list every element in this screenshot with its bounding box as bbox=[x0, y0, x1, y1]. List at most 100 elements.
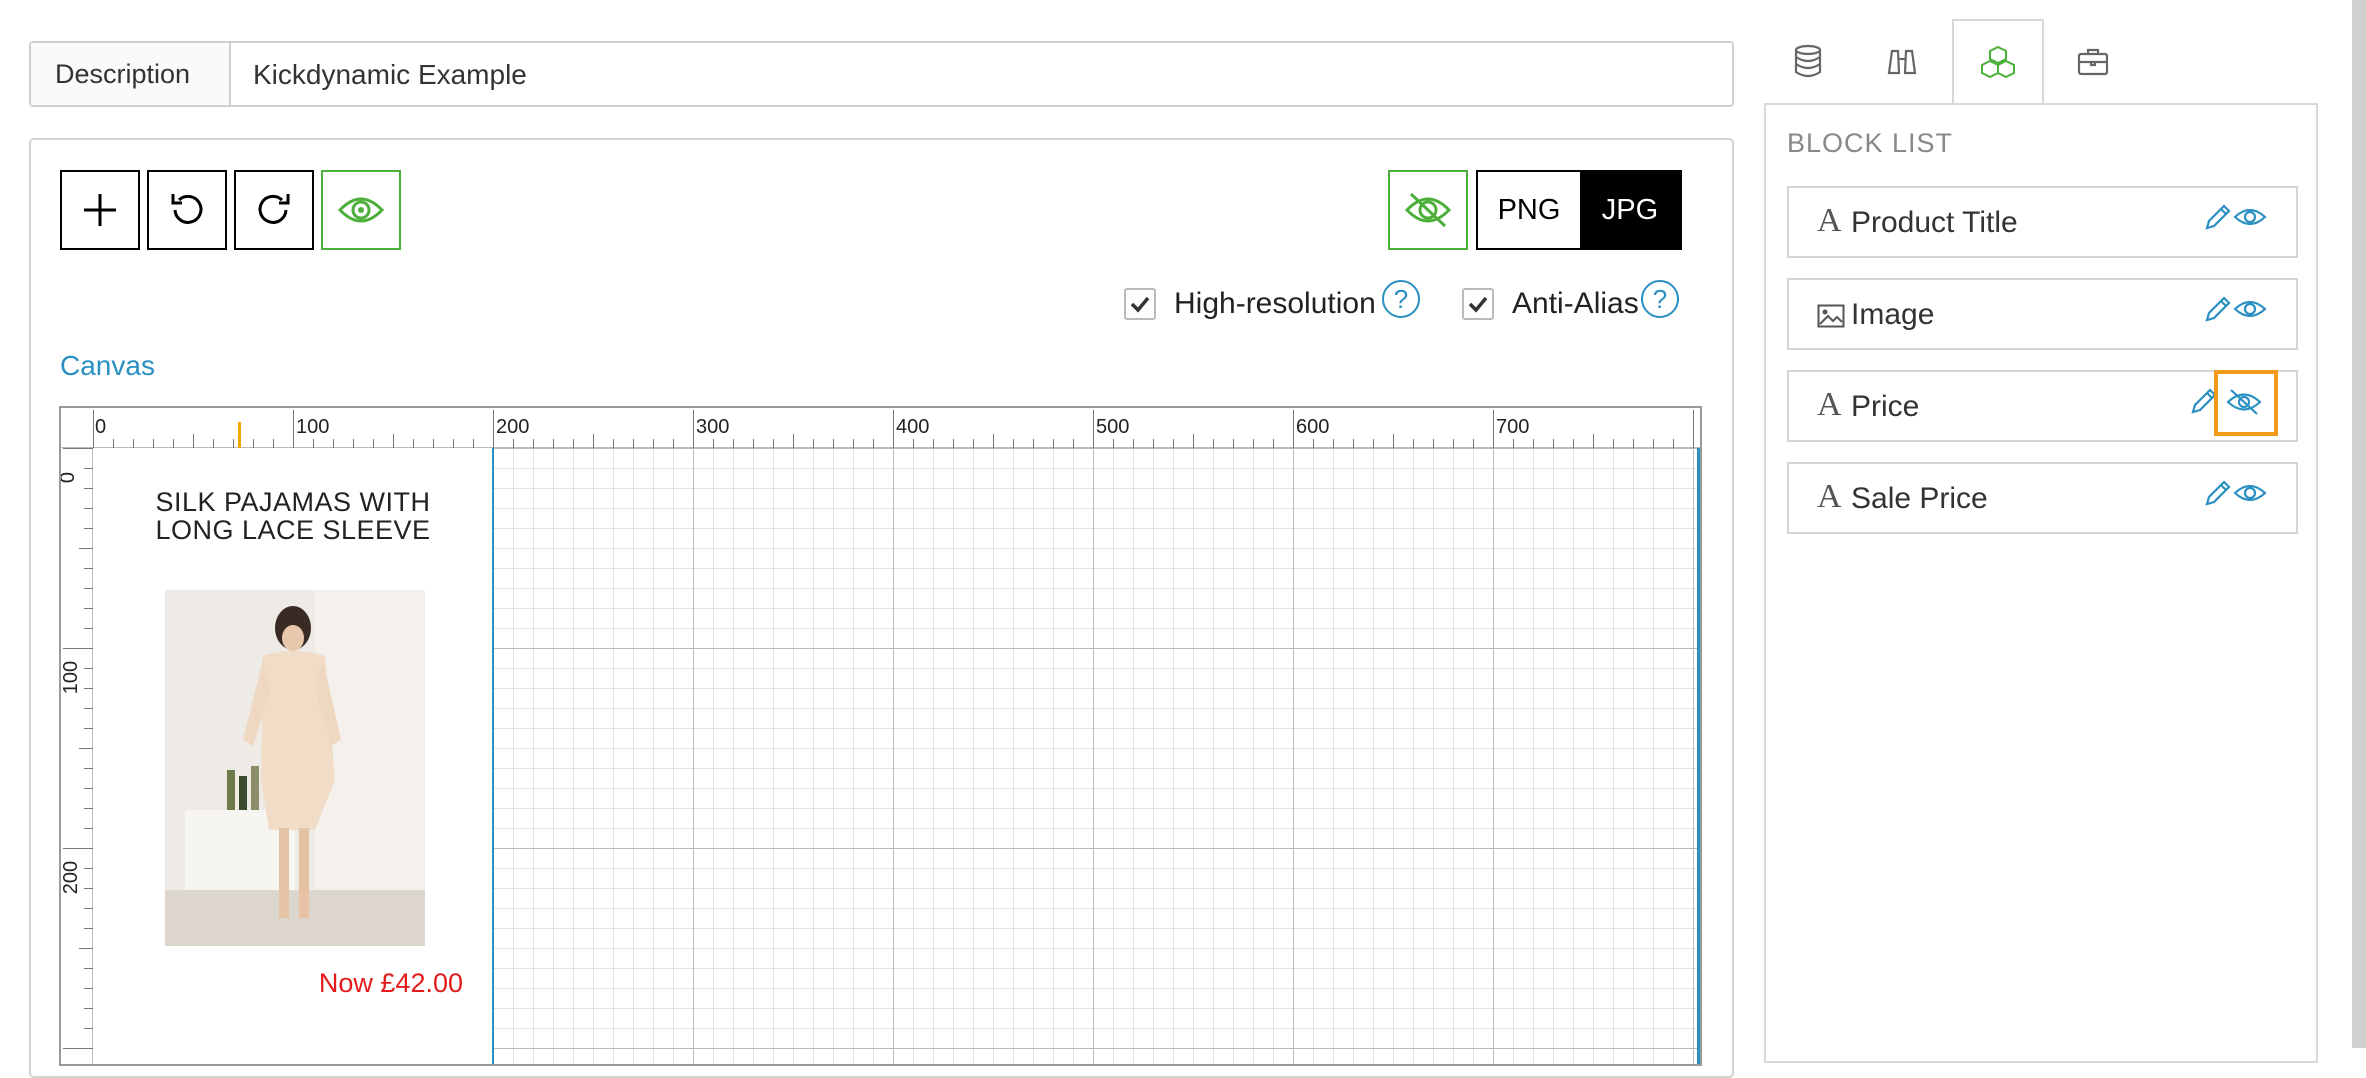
ruler-tick bbox=[84, 928, 93, 929]
block-item-image[interactable]: Image bbox=[1787, 278, 2298, 350]
tab-blocks[interactable] bbox=[1952, 20, 2044, 102]
pencil-icon[interactable] bbox=[2203, 202, 2233, 232]
redo-button[interactable] bbox=[234, 170, 314, 250]
ruler-top: 0 100 200 300 400 500 600 700 bbox=[61, 408, 1700, 448]
ruler-left: 0 100 200 bbox=[60, 448, 93, 1064]
ruler-tick bbox=[1573, 439, 1574, 448]
ruler-top-label: 300 bbox=[696, 416, 730, 438]
ruler-tick bbox=[193, 434, 194, 448]
block-item-product-title[interactable]: A Product Title bbox=[1787, 186, 2298, 258]
ruler-tick bbox=[693, 410, 694, 448]
eye-icon[interactable] bbox=[2233, 206, 2267, 228]
plus-icon bbox=[84, 194, 116, 226]
ruler-tick bbox=[353, 439, 354, 448]
ruler-tick bbox=[793, 434, 794, 448]
block-item-label: Price bbox=[1851, 390, 1920, 423]
format-toggle: PNG JPG bbox=[1476, 170, 1682, 250]
canvas-boundary bbox=[1697, 448, 1700, 1064]
ruler-tick bbox=[63, 648, 93, 649]
cubes-icon bbox=[1981, 45, 2015, 78]
pencil-icon[interactable] bbox=[2203, 294, 2233, 324]
tab-preview[interactable] bbox=[1856, 20, 1948, 102]
block-item-label: Image bbox=[1851, 298, 1935, 331]
ruler-tick bbox=[993, 434, 994, 448]
block-item-sale-price[interactable]: A Sale Price bbox=[1787, 462, 2298, 534]
product-image[interactable] bbox=[165, 590, 425, 946]
text-icon: A bbox=[1817, 202, 1842, 239]
ruler-tick bbox=[1613, 439, 1614, 448]
tab-data[interactable] bbox=[1762, 20, 1854, 102]
ruler-tick bbox=[1073, 439, 1074, 448]
ruler-tick bbox=[153, 439, 154, 448]
product-title-line: SILK PAJAMAS WITH bbox=[155, 487, 431, 517]
pencil-icon[interactable] bbox=[2203, 478, 2233, 508]
ruler-tick bbox=[1393, 434, 1394, 448]
ruler-tick bbox=[84, 508, 93, 509]
ruler-tick bbox=[1433, 439, 1434, 448]
format-png-button[interactable]: PNG bbox=[1478, 172, 1580, 248]
canvas-heading: Canvas bbox=[60, 350, 155, 381]
briefcase-icon bbox=[2077, 48, 2109, 76]
ruler-tick bbox=[1633, 439, 1634, 448]
ruler-tick bbox=[573, 439, 574, 448]
ruler-tick bbox=[293, 410, 294, 448]
ruler-tick bbox=[593, 434, 594, 448]
ruler-tick bbox=[1213, 439, 1214, 448]
high-resolution-label: High-resolution bbox=[1174, 287, 1376, 320]
hide-guides-button[interactable] bbox=[1388, 170, 1468, 250]
ruler-left-label: 100 bbox=[60, 660, 83, 695]
ruler-top-label: 700 bbox=[1496, 416, 1530, 438]
ruler-tick bbox=[84, 968, 93, 969]
ruler-tick bbox=[84, 808, 93, 809]
anti-alias-help-icon[interactable]: ? bbox=[1641, 280, 1679, 318]
ruler-tick bbox=[1193, 434, 1194, 448]
ruler-tick bbox=[84, 688, 93, 689]
image-icon bbox=[1817, 304, 1845, 328]
ruler-tick bbox=[1253, 439, 1254, 448]
description-input[interactable]: Kickdynamic Example bbox=[253, 43, 527, 105]
ruler-tick bbox=[533, 439, 534, 448]
undo-button[interactable] bbox=[147, 170, 227, 250]
ruler-tick bbox=[893, 410, 894, 448]
tab-settings[interactable] bbox=[2047, 20, 2139, 102]
high-resolution-checkbox[interactable] bbox=[1124, 288, 1156, 320]
ruler-tick bbox=[1093, 410, 1094, 448]
ruler-tick bbox=[973, 439, 974, 448]
ruler-tick bbox=[1453, 439, 1454, 448]
ruler-tick bbox=[653, 439, 654, 448]
eye-icon[interactable] bbox=[2233, 482, 2267, 504]
ruler-tick bbox=[84, 588, 93, 589]
ruler-tick bbox=[1353, 439, 1354, 448]
ruler-tick bbox=[613, 439, 614, 448]
ruler-tick bbox=[1413, 439, 1414, 448]
ruler-tick bbox=[1653, 439, 1654, 448]
ruler-tick bbox=[713, 439, 714, 448]
ruler-tick bbox=[1593, 434, 1594, 448]
binoculars-icon bbox=[1887, 49, 1917, 75]
ruler-tick bbox=[1133, 439, 1134, 448]
anti-alias-label: Anti-Alias bbox=[1512, 287, 1639, 320]
ruler-top-label: 0 bbox=[95, 416, 107, 438]
ruler-tick bbox=[873, 439, 874, 448]
ruler-tick bbox=[633, 439, 634, 448]
eye-icon[interactable] bbox=[2233, 298, 2267, 320]
ruler-top-label: 500 bbox=[1096, 416, 1130, 438]
ruler-tick bbox=[1493, 410, 1494, 448]
product-title-block[interactable]: SILK PAJAMAS WITH LONG LACE SLEEVE bbox=[133, 488, 453, 544]
scroll-edge bbox=[2352, 0, 2366, 1048]
price-block[interactable]: Now £42.00 bbox=[153, 968, 463, 999]
anti-alias-checkbox[interactable] bbox=[1462, 288, 1494, 320]
preview-toggle-button[interactable] bbox=[321, 170, 401, 250]
ruler-tick bbox=[453, 439, 454, 448]
banner-preview[interactable]: SILK PAJAMAS WITH LONG LACE SLEEVE Now £… bbox=[93, 448, 494, 1064]
ruler-tick bbox=[853, 439, 854, 448]
add-button[interactable] bbox=[60, 170, 140, 250]
ruler-tick bbox=[1533, 439, 1534, 448]
ruler-tick bbox=[413, 439, 414, 448]
eye-icon bbox=[337, 197, 385, 223]
ruler-tick bbox=[84, 728, 93, 729]
ruler-tick bbox=[253, 439, 254, 448]
format-jpg-button[interactable]: JPG bbox=[1579, 172, 1680, 248]
ruler-tick bbox=[953, 439, 954, 448]
high-resolution-help-icon[interactable]: ? bbox=[1382, 280, 1420, 318]
